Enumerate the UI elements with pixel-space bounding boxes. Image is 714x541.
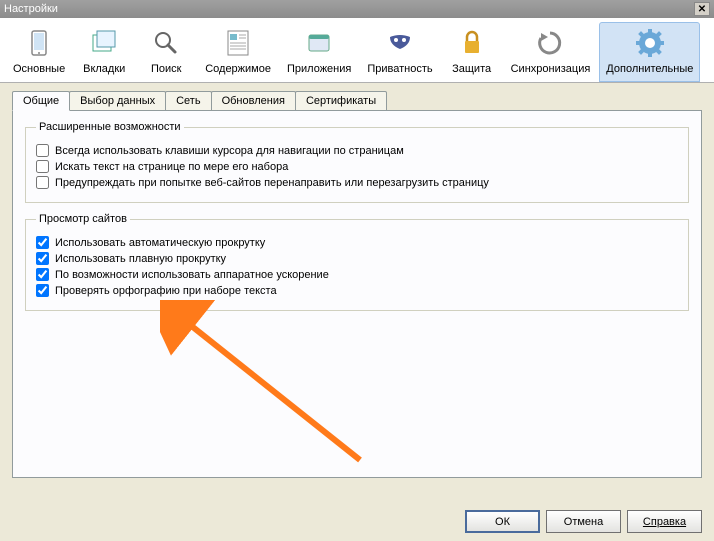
checkbox-cursor-keys[interactable] [36,144,49,157]
checkbox-spellcheck[interactable] [36,284,49,297]
checkbox-label[interactable]: По возможности использовать аппаратное у… [55,269,329,281]
toolbar-label: Дополнительные [606,63,693,75]
toolbar-item-privacy[interactable]: Приватность [360,22,439,82]
sync-icon [534,27,566,59]
option-row: Использовать плавную прокрутку [36,252,678,265]
toolbar-item-sync[interactable]: Синхронизация [504,22,598,82]
checkbox-label[interactable]: Проверять орфографию при наборе текста [55,285,277,297]
toolbar-item-search[interactable]: Поиск [136,22,196,82]
privacy-mask-icon [384,27,416,59]
subtab-network[interactable]: Сеть [165,91,211,111]
checkbox-label[interactable]: Искать текст на странице по мере его наб… [55,161,288,173]
subtab-general[interactable]: Общие [12,91,70,111]
checkbox-label[interactable]: Предупреждать при попытке веб-сайтов пер… [55,177,489,189]
toolbar-label: Вкладки [83,63,125,75]
toolbar-label: Содержимое [205,63,271,75]
toolbar-item-security[interactable]: Защита [442,22,502,82]
checkbox-label[interactable]: Всегда использовать клавиши курсора для … [55,145,404,157]
option-row: Всегда использовать клавиши курсора для … [36,144,678,157]
subtab-updates[interactable]: Обновления [211,91,296,111]
option-row: Использовать автоматическую прокрутку [36,236,678,249]
toolbar-label: Основные [13,63,65,75]
cancel-button[interactable]: Отмена [546,510,621,533]
window-close-button[interactable]: ✕ [694,2,710,16]
group-browsing: Просмотр сайтов Использовать автоматичес… [25,213,689,311]
checkbox-smooth-scroll[interactable] [36,252,49,265]
toolbar-item-general[interactable]: Основные [6,22,72,82]
toolbar-item-tabs[interactable]: Вкладки [74,22,134,82]
help-button[interactable]: Справка [627,510,702,533]
settings-body: Общие Выбор данных Сеть Обновления Серти… [0,83,714,486]
option-row: Предупреждать при попытке веб-сайтов пер… [36,176,678,189]
checkbox-warn-redirect[interactable] [36,176,49,189]
subtab-data-choices[interactable]: Выбор данных [69,91,166,111]
toolbar-label: Защита [452,63,491,75]
group-advanced-features: Расширенные возможности Всегда использов… [25,121,689,203]
toolbar-label: Приложения [287,63,351,75]
window-titlebar: Настройки ✕ [0,0,714,18]
content-icon [222,27,254,59]
option-row: Искать текст на странице по мере его наб… [36,160,678,173]
gear-icon [634,27,666,59]
applications-icon [303,27,335,59]
window-title: Настройки [4,3,694,15]
tab-panel-general: Расширенные возможности Всегда использов… [12,110,702,478]
checkbox-search-as-type[interactable] [36,160,49,173]
ok-button[interactable]: ОК [465,510,540,533]
checkbox-hw-accel[interactable] [36,268,49,281]
search-icon [150,27,182,59]
toolbar-label: Приватность [367,63,432,75]
checkbox-label[interactable]: Использовать автоматическую прокрутку [55,237,265,249]
subtab-certificates[interactable]: Сертификаты [295,91,387,111]
toolbar-item-applications[interactable]: Приложения [280,22,358,82]
subtab-row: Общие Выбор данных Сеть Обновления Серти… [12,91,702,111]
group-legend: Расширенные возможности [36,121,184,133]
option-row: По возможности использовать аппаратное у… [36,268,678,281]
category-toolbar: Основные Вкладки Поиск Содержимое Прилож… [0,18,714,83]
toolbar-item-advanced[interactable]: Дополнительные [599,22,700,82]
dialog-footer: ОК Отмена Справка [465,510,702,533]
option-row: Проверять орфографию при наборе текста [36,284,678,297]
toolbar-label: Поиск [151,63,181,75]
lock-icon [456,27,488,59]
tabs-icon [88,27,120,59]
checkbox-label[interactable]: Использовать плавную прокрутку [55,253,226,265]
toolbar-item-content[interactable]: Содержимое [198,22,278,82]
group-legend: Просмотр сайтов [36,213,130,225]
toolbar-label: Синхронизация [511,63,591,75]
checkbox-autoscroll[interactable] [36,236,49,249]
general-icon [23,27,55,59]
